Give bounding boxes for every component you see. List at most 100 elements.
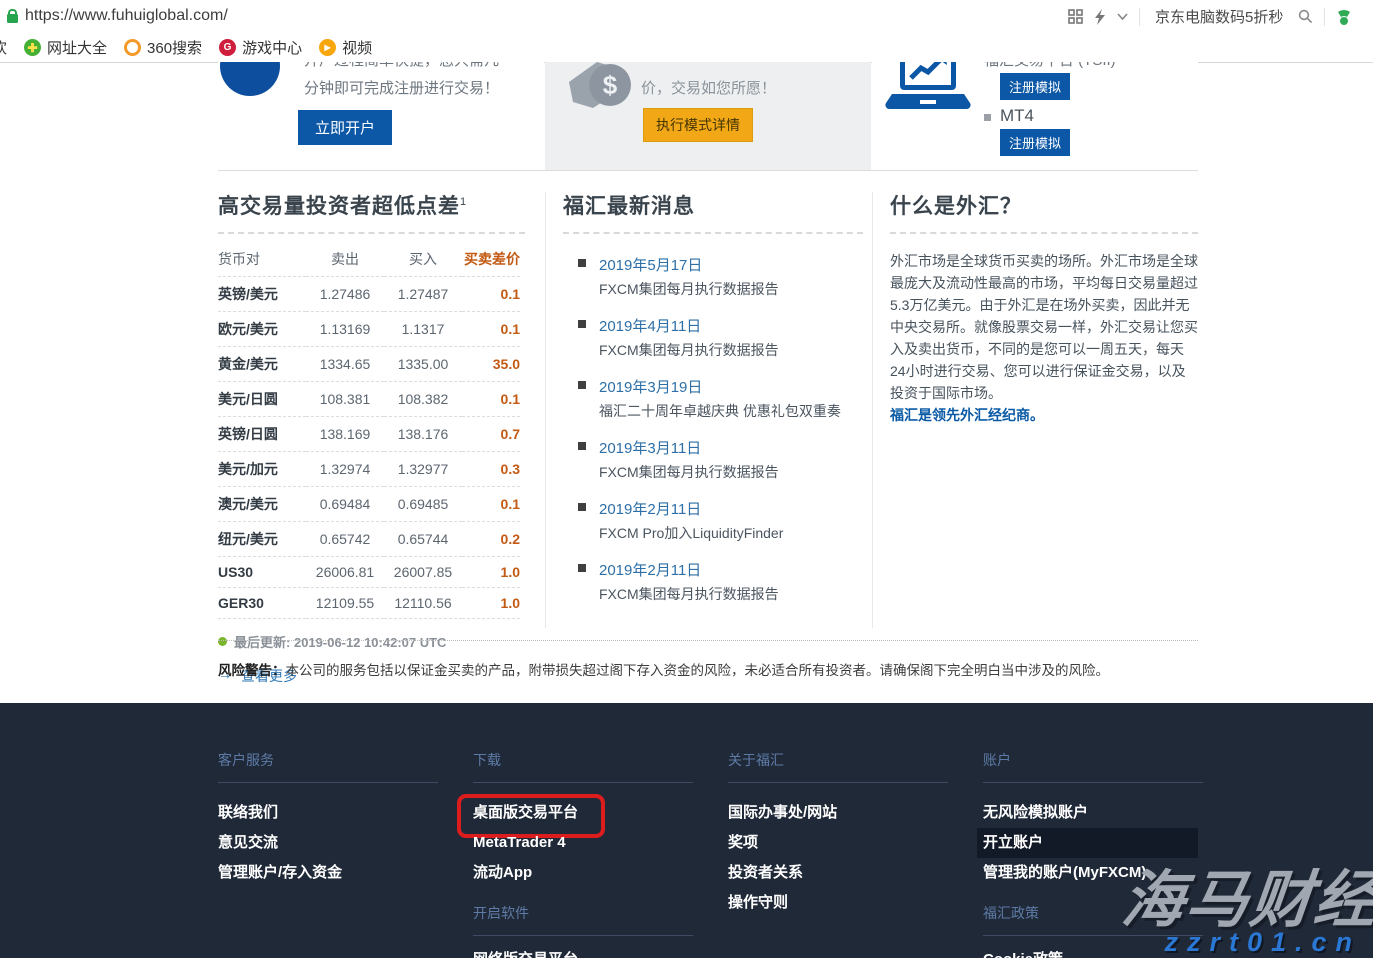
footer-link-awards[interactable]: 奖项 [728, 835, 948, 851]
footer-link-web-platform[interactable]: 网络版交易平台 [473, 952, 693, 958]
promo-text: 价，交易如您所愿！ [641, 77, 776, 98]
leading-broker-link[interactable]: 福汇是领先外汇经纪商。 [890, 404, 1198, 426]
news-item: 2019年5月17日 FXCM集团每月执行数据报告 [563, 254, 863, 299]
watermark-site: zzrt01.cn [1164, 927, 1361, 958]
ssl-lock-icon [7, 14, 18, 23]
open-account-button[interactable]: 立即开户 [298, 110, 392, 145]
footer-header: 下载 [473, 750, 693, 783]
bookmark-sites[interactable]: ✚ 网址大全 [24, 37, 107, 58]
table-row: 澳元/美元0.694840.694850.1 [218, 487, 520, 522]
square-bullet-icon [578, 442, 586, 450]
status-dot-icon [218, 637, 227, 646]
news-date-link[interactable]: 2019年2月11日 [599, 498, 863, 519]
execution-details-button[interactable]: 执行模式详情 [643, 108, 753, 142]
news-item: 2019年3月19日 福汇二十周年卓越庆典 优惠礼包双重奏 [563, 376, 863, 421]
square-bullet-icon [578, 320, 586, 328]
table-row: 黄金/美元1334.651335.0035.0 [218, 347, 520, 382]
news-date-link[interactable]: 2019年3月19日 [599, 376, 863, 397]
news-date-link[interactable]: 2019年2月11日 [599, 559, 863, 580]
browser-window: https://www.fuhuiglobal.com/ 京东电脑数码5折秒 [0, 0, 1373, 958]
chevron-down-icon[interactable] [1117, 13, 1128, 21]
table-row: 美元/加元1.329741.329770.3 [218, 452, 520, 487]
footer-link-manage-deposit[interactable]: 管理账户/存入资金 [218, 865, 438, 881]
footer-col-download: 下载 桌面版交易平台 MetaTrader 4 流动App 开启软件 网络版交易… [473, 750, 693, 958]
register-demo-button[interactable]: 注册模拟 [1000, 129, 1070, 156]
footer-link-code-of-conduct[interactable]: 操作守则 [728, 895, 948, 911]
promo-text: 分钟即可完成注册进行交易！ [304, 77, 499, 98]
footer-link-metatrader4[interactable]: MetaTrader 4 [473, 835, 693, 851]
bookmark-360-search[interactable]: 360搜索 [124, 37, 202, 58]
dashed-rule [890, 232, 1198, 234]
footer-link-demo-account[interactable]: 无风险模拟账户 [983, 805, 1203, 821]
clipped-text-line: 福汇交易平台 (TSII) [984, 62, 1184, 70]
table-row: GER3012109.5512110.561.0 [218, 588, 520, 619]
square-bullet-icon [578, 381, 586, 389]
laptop-chart-icon [884, 62, 972, 117]
news-item: 2019年4月11日 FXCM集团每月执行数据报告 [563, 315, 863, 360]
news-text: FXCM集团每月执行数据报告 [599, 340, 863, 360]
clock-badge-icon [220, 62, 280, 96]
play-icon: ▶ [319, 39, 336, 56]
column-divider [872, 192, 873, 628]
bookmark-video[interactable]: ▶ 视频 [319, 37, 372, 58]
dashed-rule [218, 232, 525, 234]
footer-link-investor-relations[interactable]: 投资者关系 [728, 865, 948, 881]
search-box[interactable]: 京东电脑数码5折秒 [1151, 6, 1287, 27]
footer: 客户服务 联络我们 意见交流 管理账户/存入资金 下载 桌面版交易平台 Meta… [0, 703, 1373, 958]
table-row: 欧元/美元1.131691.13170.1 [218, 312, 520, 347]
address-bar[interactable]: https://www.fuhuiglobal.com/ 京东电脑数码5折秒 [0, 0, 1373, 34]
news-date-link[interactable]: 2019年3月11日 [599, 437, 863, 458]
footer-header: 开启软件 [473, 903, 693, 936]
last-update: 最后更新: 2019-06-12 10:42:07 UTC [218, 632, 525, 651]
game-icon: G [219, 39, 236, 56]
news-list: 2019年5月17日 FXCM集团每月执行数据报告 2019年4月11日 FXC… [563, 254, 863, 604]
footer-col-about: 关于福汇 国际办事处/网站 奖项 投资者关系 操作守则 [728, 750, 948, 925]
promo-open-account: 开户过程简单快捷，您只需几 分钟即可完成注册进行交易！ 立即开户 [218, 62, 544, 170]
dotted-divider [218, 640, 1198, 641]
bookmark-game-center[interactable]: G 游戏中心 [219, 37, 302, 58]
browser-logo-icon[interactable] [1336, 8, 1352, 26]
table-header-row: 货币对 卖出 买入 买卖差价 [218, 242, 520, 277]
news-item: 2019年3月11日 FXCM集团每月执行数据报告 [563, 437, 863, 482]
clipped-text-line: 开户过程简单快捷，您只需几 [304, 62, 539, 70]
promo-execution: $ 价，交易如您所愿！ 执行模式详情 [545, 62, 871, 170]
news-date-link[interactable]: 2019年5月17日 [599, 254, 863, 275]
news-date-link[interactable]: 2019年4月11日 [599, 315, 863, 336]
table-row: US3026006.8126007.851.0 [218, 557, 520, 588]
ring-icon [124, 39, 141, 56]
footer-link-mobile-app[interactable]: 流动App [473, 865, 693, 881]
footer-link-contact-us[interactable]: 联络我们 [218, 805, 438, 821]
apps-grid-icon[interactable] [1068, 9, 1083, 24]
speed-mode-icon[interactable] [1094, 9, 1106, 25]
section-title: 什么是外汇？ [890, 190, 1198, 220]
table-row: 纽元/美元0.657420.657440.2 [218, 522, 520, 557]
promo-platforms: 福汇交易平台 (TSII) 注册模拟 MT4 注册模拟 [872, 62, 1198, 170]
square-bullet-icon [578, 564, 586, 572]
main-content: 高交易量投资者超低点差1 货币对 卖出 买入 买卖差价 英镑/美元1.27486… [218, 190, 1198, 640]
footer-header: 客户服务 [218, 750, 438, 783]
risk-warning: 风险警告：本公司的服务包括以保证金买卖的产品，附带损失超过阁下存入资金的风险，未… [218, 659, 1198, 679]
footer-link-feedback[interactable]: 意见交流 [218, 835, 438, 851]
search-icon[interactable] [1298, 9, 1313, 24]
square-bullet-icon [578, 503, 586, 511]
bookmarks-bar: 欢 ✚ 网址大全 360搜索 G 游戏中心 ▶ 视频 [0, 33, 1373, 63]
section-title: 高交易量投资者超低点差1 [218, 190, 525, 220]
news-text: FXCM集团每月执行数据报告 [599, 462, 863, 482]
toolbar-divider [1139, 8, 1140, 26]
mt4-label[interactable]: MT4 [1000, 106, 1034, 126]
footer-col-customer-service: 客户服务 联络我们 意见交流 管理账户/存入资金 [218, 750, 438, 895]
sites-icon: ✚ [24, 39, 41, 56]
url-text[interactable]: https://www.fuhuiglobal.com/ [25, 7, 228, 25]
about-forex-section: 什么是外汇？ 外汇市场是全球货币买卖的场所。外汇市场是全球最庞大及流动性最高的市… [890, 190, 1198, 426]
square-bullet-icon [578, 259, 586, 267]
bookmark-partial[interactable]: 欢 [0, 37, 7, 58]
money-bag-icon: $ [563, 62, 643, 131]
news-item: 2019年2月11日 FXCM集团每月执行数据报告 [563, 559, 863, 604]
news-text: FXCM Pro加入LiquidityFinder [599, 523, 863, 543]
footer-link-desktop-platform[interactable]: 桌面版交易平台 [473, 805, 693, 821]
register-demo-button[interactable]: 注册模拟 [1000, 73, 1070, 100]
spreads-section: 高交易量投资者超低点差1 货币对 卖出 买入 买卖差价 英镑/美元1.27486… [218, 190, 525, 686]
promo-row: 开户过程简单快捷，您只需几 分钟即可完成注册进行交易！ 立即开户 $ 价，交易如… [218, 62, 1198, 171]
footer-link-offices[interactable]: 国际办事处/网站 [728, 805, 948, 821]
table-row: 英镑/美元1.274861.274870.1 [218, 277, 520, 312]
